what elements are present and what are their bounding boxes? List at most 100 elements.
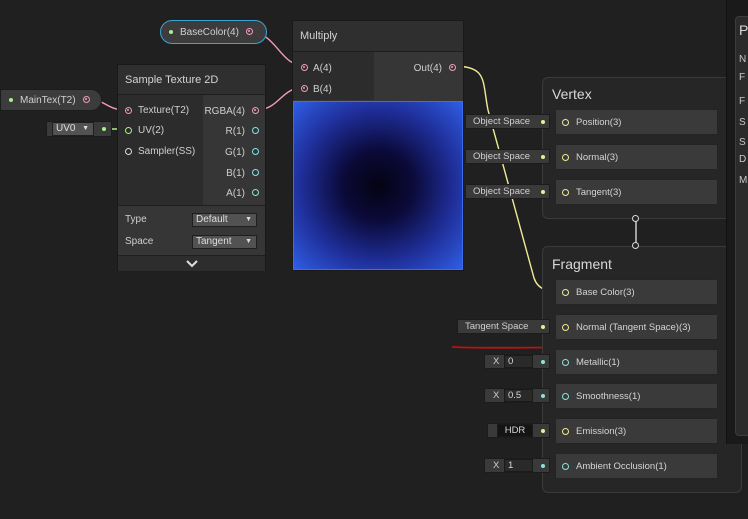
settings-divider [118, 205, 265, 206]
side-panel-row: S [739, 117, 746, 128]
space-setting-dropdown[interactable]: Tangent ▼ [192, 235, 257, 249]
position-port[interactable] [562, 119, 569, 126]
fragment-ambient-occlusion-slot[interactable]: Ambient Occlusion(1) [555, 453, 718, 479]
space-setting-value: Tangent [196, 236, 232, 247]
out-output-port[interactable] [449, 64, 456, 71]
vertex-title: Vertex [552, 86, 592, 102]
position-space-input[interactable]: Object Space [465, 114, 550, 129]
normal-port[interactable] [562, 154, 569, 161]
b-input-port[interactable] [301, 85, 308, 92]
rgba-output-port[interactable] [252, 107, 259, 114]
type-setting-label: Type [125, 214, 147, 225]
metallic-label: Metallic(1) [576, 357, 620, 368]
g-output-port[interactable] [252, 148, 259, 155]
type-setting-dropdown[interactable]: Default ▼ [192, 213, 257, 227]
emission-input[interactable]: HDR [487, 423, 550, 438]
position-label: Position(3) [576, 117, 622, 128]
uv-connector-dot [102, 127, 106, 131]
emission-label: Emission(3) [576, 426, 627, 437]
vertex-link-port [632, 215, 639, 222]
sampler-input-label: Sampler(SS) [138, 146, 196, 157]
metallic-value-field[interactable]: 0 [504, 355, 533, 368]
b-output-port[interactable] [252, 169, 259, 176]
rgba-output-label: RGBA(4) [204, 106, 245, 117]
metallic-axis-label: X [493, 356, 500, 367]
a-output-label: A(1) [226, 188, 245, 199]
side-panel[interactable]: P N F F S S D M [726, 0, 748, 444]
a-output-port[interactable] [252, 189, 259, 196]
normal-space-label: Object Space [473, 151, 531, 162]
vertex-position-slot[interactable]: Position(3) [555, 109, 718, 135]
hdr-color-field[interactable]: HDR [497, 424, 533, 437]
ambient-occlusion-label: Ambient Occlusion(1) [576, 461, 667, 472]
connector-dot [541, 394, 545, 398]
side-panel-row: M [739, 175, 748, 186]
tangent-label: Tangent(3) [576, 187, 622, 198]
texture-input-port[interactable] [125, 107, 132, 114]
uv-input-port[interactable] [125, 127, 132, 134]
sampler-input-port[interactable] [125, 148, 132, 155]
vertex-normal-slot[interactable]: Normal(3) [555, 144, 718, 170]
base-color-port[interactable] [562, 289, 569, 296]
fragment-smoothness-slot[interactable]: Smoothness(1) [555, 383, 718, 409]
a-input-port[interactable] [301, 64, 308, 71]
side-panel-row: F [739, 72, 746, 83]
property-dot [9, 98, 13, 102]
chevron-down-icon: ▼ [245, 216, 252, 223]
r-output-port[interactable] [252, 127, 259, 134]
side-panel-row: S [739, 137, 746, 148]
base-color-label: BaseColor(4) [180, 27, 239, 38]
base-color-slot-label: Base Color(3) [576, 287, 635, 298]
ambient-occlusion-port[interactable] [562, 463, 569, 470]
expand-bar[interactable] [118, 255, 265, 271]
smoothness-input[interactable]: X 0.5 [484, 388, 550, 403]
hdr-label: HDR [504, 425, 526, 436]
connector-dot [541, 464, 545, 468]
smoothness-label: Smoothness(1) [576, 391, 641, 402]
node-title: Multiply [293, 21, 463, 52]
ao-value-field[interactable]: 1 [504, 459, 533, 472]
normal-tangent-space-input[interactable]: Tangent Space [457, 319, 550, 334]
emission-port[interactable] [562, 428, 569, 435]
smoothness-port[interactable] [562, 393, 569, 400]
base-color-property[interactable]: BaseColor(4) [160, 20, 267, 44]
side-panel-row: N [739, 54, 747, 65]
fragment-normal-slot[interactable]: Normal (Tangent Space)(3) [555, 314, 718, 340]
tangent-space-input[interactable]: Object Space [465, 184, 550, 199]
smoothness-value-field[interactable]: 0.5 [504, 389, 533, 402]
smoothness-axis-label: X [493, 390, 500, 401]
uv-input-box: UV0 ▼ [46, 121, 112, 137]
base-color-output-port[interactable] [246, 28, 253, 35]
sample-texture-2d-node[interactable]: Sample Texture 2D Texture(T2) UV(2) Samp… [117, 64, 266, 271]
chevron-down-icon: ▼ [245, 238, 252, 245]
normal-space-input[interactable]: Object Space [465, 149, 550, 164]
connector-dot [541, 325, 545, 329]
metallic-input[interactable]: X 0 [484, 354, 550, 369]
main-tex-output-port[interactable] [83, 96, 90, 103]
a-input-label: A(4) [313, 63, 332, 74]
inputs-column [293, 52, 374, 100]
texture-input-label: Texture(T2) [138, 105, 190, 116]
ao-axis-label: X [493, 460, 500, 471]
fragment-emission-slot[interactable]: Emission(3) [555, 418, 718, 444]
ambient-occlusion-input[interactable]: X 1 [484, 458, 550, 473]
normal-tangent-port[interactable] [562, 324, 569, 331]
tangent-space-label: Object Space [473, 186, 531, 197]
main-tex-label: MainTex(T2) [20, 95, 76, 106]
fragment-base-color-slot[interactable]: Base Color(3) [555, 279, 718, 305]
main-tex-property[interactable]: MainTex(T2) [0, 89, 102, 111]
tangent-port[interactable] [562, 189, 569, 196]
fragment-metallic-slot[interactable]: Metallic(1) [555, 349, 718, 375]
uv-channel-dropdown[interactable]: UV0 ▼ [52, 122, 94, 136]
fragment-title: Fragment [552, 256, 612, 272]
metallic-port[interactable] [562, 359, 569, 366]
metallic-value: 0 [508, 356, 514, 367]
r-output-label: R(1) [225, 126, 245, 137]
multiply-node[interactable]: Multiply A(4) B(4) Out(4) [292, 20, 464, 271]
vertex-tangent-slot[interactable]: Tangent(3) [555, 179, 718, 205]
normal-tangent-space-label: Tangent Space [465, 321, 529, 332]
fragment-link-port [632, 242, 639, 249]
uv-channel-value: UV0 [56, 123, 76, 134]
preview-image [293, 101, 463, 270]
connector-dot [541, 429, 545, 433]
